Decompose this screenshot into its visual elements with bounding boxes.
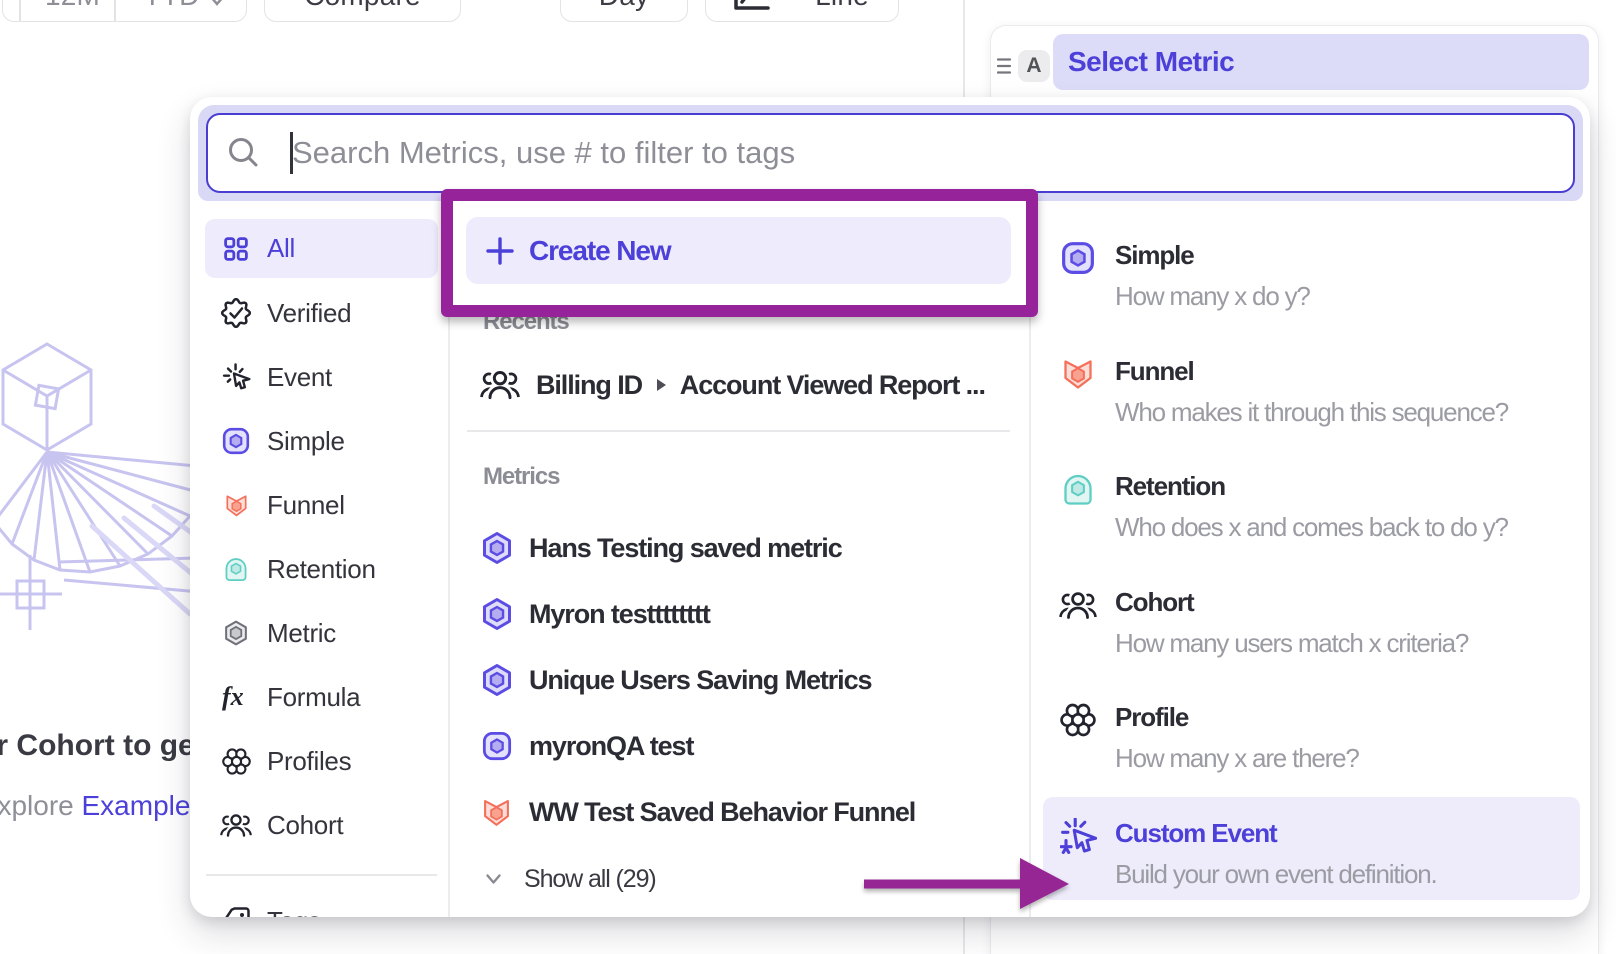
svg-text:fx: fx	[222, 682, 244, 711]
